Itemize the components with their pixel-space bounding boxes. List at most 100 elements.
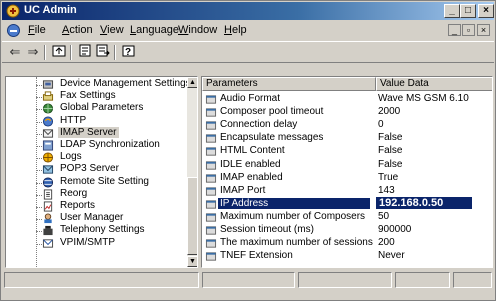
forward-arrow-icon[interactable]: ⇒ (24, 44, 42, 61)
list-row-ip-address[interactable]: IP Address 192.168.0.50 (202, 196, 492, 211)
close-button[interactable]: × (478, 4, 494, 18)
mdi-close-button[interactable]: × (477, 24, 490, 36)
logs-icon (42, 152, 54, 163)
up-folder-icon[interactable] (50, 44, 68, 61)
mdi-minimize-button[interactable]: _ (448, 24, 461, 36)
parameter-icon (205, 120, 217, 131)
list-row-idle-enabled[interactable]: IDLE enabled False (202, 159, 492, 172)
settings-tree[interactable]: Device Management Settings Fax Settings Gl… (5, 76, 198, 268)
tree-item-label: Logs (60, 151, 82, 163)
fax-icon (42, 91, 54, 102)
list-row-html-content[interactable]: HTML Content False (202, 145, 492, 158)
tree-item-label: Reorg (60, 187, 88, 199)
back-arrow-icon[interactable]: ⇐ (6, 44, 24, 61)
tree-item-label: Reports (60, 200, 96, 211)
uc-admin-window: UC Admin _ □ × File Action View Language… (0, 0, 496, 301)
parameter-name: IP Address (218, 197, 370, 209)
parameter-icon (205, 133, 217, 144)
parameter-name: Maximum number of Composers (220, 210, 366, 222)
menu-action[interactable]: Action (62, 24, 93, 36)
parameter-value: True (378, 171, 399, 183)
device-settings-icon (42, 79, 54, 90)
parameter-value: 900000 (378, 224, 412, 235)
title-bar[interactable]: UC Admin _ □ × (2, 2, 494, 20)
telephony-icon (42, 225, 54, 236)
user-manager-icon (42, 213, 54, 224)
list-row-maximum-number-of-composers[interactable]: Maximum number of Composers 50 (202, 211, 492, 224)
pop3-icon (42, 164, 54, 175)
tree-item-label: HTTP (60, 114, 87, 126)
scroll-down-arrow-icon[interactable]: ▼ (187, 256, 197, 267)
tree-item-label: IMAP Server (58, 126, 119, 138)
toolbar-separator (114, 45, 116, 60)
tree-item-label: VPIM/SMTP (60, 236, 116, 248)
maximize-button[interactable]: □ (460, 4, 476, 18)
column-header-parameters[interactable]: Parameters (202, 77, 376, 91)
parameter-name: IMAP enabled (220, 171, 283, 183)
list-row-audio-format[interactable]: Audio Format Wave MS GSM 6.10 (202, 93, 492, 106)
parameter-name: IDLE enabled (220, 158, 281, 170)
document-system-menu-icon[interactable] (6, 23, 21, 38)
menu-bar: File Action View Language Window Help _ … (2, 21, 494, 40)
remote-site-icon (42, 177, 54, 188)
parameter-value: 192.168.0.50 (376, 196, 472, 209)
list-row-tnef-extension[interactable]: TNEF Extension Never (202, 250, 492, 263)
vpim-icon (42, 238, 54, 249)
status-pane-4 (395, 272, 450, 288)
tree-item-label: Telephony Settings (60, 224, 145, 236)
menu-file[interactable]: File (28, 24, 46, 36)
menu-view[interactable]: View (100, 24, 124, 36)
list-row-encapsulate-messages[interactable]: Encapsulate messages False (202, 132, 492, 145)
list-row-imap-enabled[interactable]: IMAP enabled True (202, 172, 492, 185)
minimize-button[interactable]: _ (444, 4, 460, 18)
status-pane-3 (298, 272, 392, 288)
scroll-up-arrow-icon[interactable]: ▲ (187, 77, 197, 88)
tree-item-label: Fax Settings (60, 90, 116, 102)
tree-item-label: Remote Site Setting (60, 175, 149, 187)
list-row-imap-port[interactable]: IMAP Port 143 (202, 185, 492, 198)
parameter-name: TNEF Extension (220, 250, 293, 262)
toolbar: ⇐ ⇒ ? (2, 41, 494, 63)
export-list-icon[interactable] (94, 44, 112, 61)
menu-language[interactable]: Language (130, 24, 179, 36)
tree-item-label: Device Management Settings (60, 78, 191, 89)
svg-text:?: ? (125, 47, 131, 57)
menu-window[interactable]: Window (178, 24, 217, 36)
http-icon (42, 116, 54, 127)
parameter-value: Wave MS GSM 6.10 (378, 93, 469, 104)
help-icon[interactable]: ? (120, 44, 138, 61)
list-row-session-timeout-ms-[interactable]: Session timeout (ms) 900000 (202, 224, 492, 237)
parameters-list[interactable]: Parameters Value Data Audio Format Wave M… (201, 76, 493, 268)
tree-vertical-scrollbar[interactable]: ▲ ▼ (187, 77, 197, 267)
parameter-icon (205, 212, 217, 223)
tree-guide-line (36, 77, 37, 267)
scrollbar-thumb[interactable] (187, 177, 197, 255)
parameter-icon (205, 160, 217, 171)
parameter-name: The maximum number of sessions (220, 237, 373, 249)
list-row-the-maximum-number-of-sessions[interactable]: The maximum number of sessions 200 (202, 237, 492, 250)
list-row-composer-pool-timeout[interactable]: Composer pool timeout 2000 (202, 106, 492, 119)
list-row-connection-delay[interactable]: Connection delay 0 (202, 119, 492, 132)
reorg-icon (42, 189, 54, 200)
parameter-icon (205, 146, 217, 157)
column-header-value-data[interactable]: Value Data (376, 77, 492, 91)
parameter-value: 50 (378, 210, 390, 222)
imap-server-icon (42, 128, 54, 139)
status-pane-1 (4, 272, 199, 288)
parameter-value: 143 (378, 184, 395, 196)
parameter-value: False (378, 132, 403, 144)
parameter-icon (205, 251, 217, 262)
parameter-icon (205, 107, 217, 118)
parameter-icon (205, 225, 217, 236)
window-title: UC Admin (24, 4, 77, 16)
parameter-name: Composer pool timeout (220, 106, 324, 118)
mdi-restore-button[interactable]: ▫ (462, 24, 475, 36)
status-pane-2 (202, 272, 295, 288)
tree-item-label: POP3 Server (60, 163, 119, 175)
parameter-value: False (378, 158, 403, 170)
parameter-value: False (378, 145, 403, 157)
parameter-icon (205, 94, 217, 105)
menu-help[interactable]: Help (224, 24, 247, 36)
properties-icon[interactable] (76, 44, 94, 61)
ldap-icon (42, 140, 54, 151)
